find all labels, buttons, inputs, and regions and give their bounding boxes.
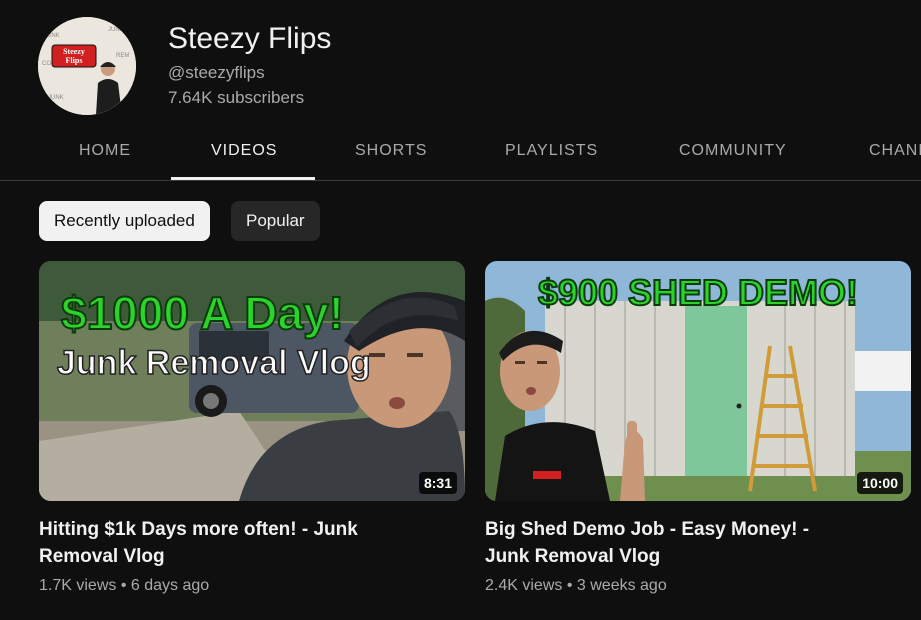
svg-text:JUNK: JUNK — [48, 95, 64, 101]
tab-home[interactable]: HOME — [79, 128, 131, 178]
tab-channels[interactable]: CHANNELS — [869, 128, 921, 178]
view-count: 2.4K views — [485, 577, 563, 594]
svg-text:JUNK: JUNK — [108, 27, 124, 33]
video-duration: 10:00 — [857, 472, 903, 494]
video-title[interactable]: Big Shed Demo Job - Easy Money! - Junk R… — [485, 516, 825, 570]
video-duration: 8:31 — [418, 472, 457, 494]
tab-community[interactable]: COMMUNITY — [679, 128, 787, 178]
upload-age: 3 weeks ago — [576, 577, 667, 594]
channel-tabs: HOME VIDEOS SHORTS PLAYLISTS COMMUNITY C… — [0, 128, 921, 181]
channel-avatar[interactable]: JUNKJUNK CONREM JUNKCON Steezy Flips — [38, 17, 136, 115]
chip-popular[interactable]: Popular — [231, 201, 320, 241]
active-tab-indicator — [171, 177, 315, 180]
channel-handle: @steezyflips — [168, 63, 265, 82]
channel-name: Steezy Flips — [168, 22, 332, 55]
avatar-logo-text: Steezy — [63, 47, 85, 56]
meta-separator: • — [566, 577, 573, 594]
meta-separator: • — [120, 577, 127, 594]
svg-text:REM: REM — [116, 53, 129, 59]
tab-videos[interactable]: VIDEOS — [211, 128, 277, 178]
video-card[interactable]: $1000 A Day! Junk Removal Vlog 8:31 Hitt… — [39, 261, 465, 595]
chip-recently-uploaded[interactable]: Recently uploaded — [39, 201, 210, 241]
video-meta: 1.7K views • 6 days ago — [39, 577, 465, 595]
video-thumbnail[interactable]: $900 SHED DEMO! 10:00 — [485, 261, 911, 501]
svg-text:Flips: Flips — [66, 56, 83, 65]
thumbnail-subtitle: Junk Removal Vlog — [57, 344, 371, 382]
video-meta: 2.4K views • 3 weeks ago — [485, 577, 921, 595]
svg-text:JUNK: JUNK — [44, 33, 60, 39]
tab-shorts[interactable]: SHORTS — [355, 128, 427, 178]
video-title[interactable]: Hitting $1k Days more often! - Junk Remo… — [39, 516, 379, 570]
view-count: 1.7K views — [39, 577, 117, 594]
thumbnail-headline: $900 SHED DEMO! — [538, 272, 858, 313]
thumbnail-headline: $1000 A Day! — [61, 287, 344, 339]
video-card[interactable]: $900 SHED DEMO! 10:00 Big Shed Demo Job … — [485, 261, 921, 595]
tab-playlists[interactable]: PLAYLISTS — [505, 128, 598, 178]
upload-age: 6 days ago — [130, 577, 210, 594]
video-thumbnail[interactable]: $1000 A Day! Junk Removal Vlog 8:31 — [39, 261, 465, 501]
subscriber-count: 7.64K subscribers — [168, 88, 305, 107]
